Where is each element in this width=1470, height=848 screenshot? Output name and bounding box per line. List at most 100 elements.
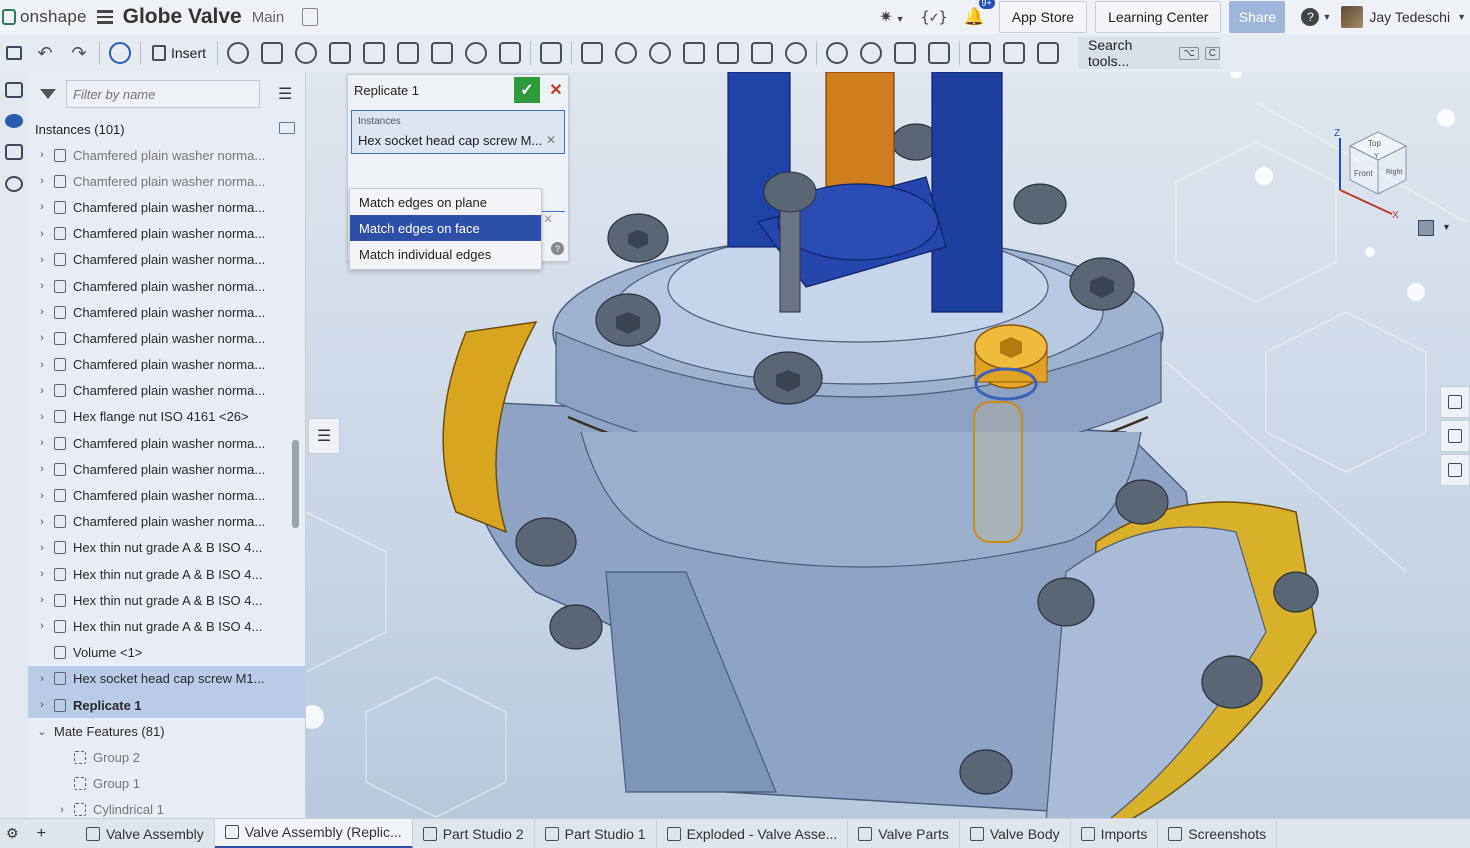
instances-header[interactable]: Instances (101): [28, 116, 305, 142]
tree-row[interactable]: › Chamfered plain washer norma...: [28, 194, 306, 220]
explode-icon[interactable]: [1037, 42, 1060, 64]
help-caret-icon[interactable]: ▼: [1322, 12, 1331, 22]
bug-report-icon[interactable]: ✷ ▼: [879, 7, 904, 27]
tree-row[interactable]: › Chamfered plain washer norma...: [28, 352, 306, 378]
tree-row[interactable]: › Chamfered plain washer norma...: [28, 221, 306, 247]
tree-row[interactable]: › Chamfered plain washer norma...: [28, 325, 306, 351]
mate-feature-row[interactable]: Group 2: [28, 744, 306, 770]
panel-collapse-icon[interactable]: ☰: [308, 418, 340, 454]
clear-instance-icon[interactable]: ✕: [546, 133, 556, 147]
user-name[interactable]: Jay Tedeschi: [1369, 9, 1450, 25]
collapse-chevron-icon[interactable]: ⌄: [36, 725, 48, 738]
add-folder-icon[interactable]: [279, 122, 295, 134]
insert-button[interactable]: Insert: [152, 45, 206, 61]
tree-row[interactable]: › Chamfered plain washer norma...: [28, 273, 306, 299]
tab-screenshots[interactable]: Screenshots: [1158, 818, 1278, 848]
display-mode-icon[interactable]: [1418, 220, 1434, 236]
expand-chevron-icon[interactable]: ›: [36, 201, 48, 213]
expand-chevron-icon[interactable]: ›: [36, 516, 48, 528]
tree-row[interactable]: › Chamfered plain washer norma...: [28, 247, 306, 273]
user-menu-caret-icon[interactable]: ▼: [1457, 12, 1466, 22]
document-title[interactable]: Globe Valve: [123, 5, 242, 29]
expand-chevron-icon[interactable]: ›: [36, 542, 48, 554]
expand-chevron-icon[interactable]: ›: [36, 594, 48, 606]
expand-chevron-icon[interactable]: ›: [36, 437, 48, 449]
tree-row[interactable]: › Hex socket head cap screw M1...: [28, 665, 306, 692]
mate-features-header[interactable]: ⌄ Mate Features (81): [28, 718, 306, 744]
standard-content-icon[interactable]: [261, 42, 284, 64]
panel-scrollbar[interactable]: [292, 440, 299, 528]
branch-name[interactable]: Main: [252, 9, 285, 26]
tab-options-icon[interactable]: ⚙: [6, 825, 19, 842]
expand-chevron-icon[interactable]: ›: [36, 254, 48, 266]
match-type-option[interactable]: Match edges on plane: [350, 189, 541, 215]
tree-row[interactable]: › Chamfered plain washer norma...: [28, 456, 306, 482]
tab-valve-assembly[interactable]: Valve Assembly: [76, 818, 215, 848]
cancel-close-icon[interactable]: ✕: [546, 79, 566, 101]
linear-relation-icon[interactable]: [894, 42, 917, 64]
mate-feature-row[interactable]: Group 1: [28, 771, 306, 797]
match-type-option[interactable]: Match individual edges: [350, 241, 541, 267]
expand-chevron-icon[interactable]: ›: [36, 228, 48, 240]
add-tab-icon[interactable]: +: [37, 825, 46, 843]
tree-row[interactable]: › Chamfered plain washer norma...: [28, 482, 306, 508]
featurescript-icon[interactable]: {✓}: [921, 8, 948, 26]
bom-panel-icon[interactable]: [1440, 454, 1470, 486]
filter-input[interactable]: [66, 80, 260, 108]
tree-row[interactable]: › Hex thin nut grade A & B ISO 4...: [28, 613, 306, 639]
tab-valve-assembly-replic[interactable]: Valve Assembly (Replic...: [214, 818, 413, 848]
expand-chevron-icon[interactable]: ›: [36, 175, 48, 187]
expand-chevron-icon[interactable]: ›: [36, 568, 48, 580]
tree-row[interactable]: › Chamfered plain washer norma...: [28, 299, 306, 325]
pin-slot-mate-icon[interactable]: [751, 42, 774, 64]
tree-row[interactable]: › Chamfered plain washer norma...: [28, 168, 306, 194]
filter-icon[interactable]: [40, 89, 56, 99]
view-cube[interactable]: Top Front Right Y Z X: [1330, 118, 1420, 221]
tab-exploded-valve-asse[interactable]: Exploded - Valve Asse...: [657, 818, 849, 848]
app-store-button[interactable]: App Store: [998, 1, 1088, 33]
expand-chevron-icon[interactable]: ›: [36, 411, 48, 423]
search-tools-input[interactable]: Search tools... ⌥ C: [1078, 37, 1220, 69]
help-icon[interactable]: ?: [1301, 8, 1320, 26]
section-view-icon[interactable]: [1003, 42, 1026, 64]
list-view-icon[interactable]: ☰: [278, 84, 292, 104]
display-mode-caret-icon[interactable]: ▼: [1442, 222, 1451, 232]
expand-chevron-icon[interactable]: ›: [36, 620, 48, 632]
learning-center-button[interactable]: Learning Center: [1095, 1, 1222, 33]
notifications-bell-icon[interactable]: 🔔 9+: [964, 0, 995, 27]
expand-chevron-icon[interactable]: ›: [36, 306, 48, 318]
menu-icon[interactable]: [96, 10, 113, 24]
expand-chevron-icon[interactable]: ›: [36, 280, 48, 292]
version-history-icon[interactable]: [5, 176, 23, 192]
expand-chevron-icon[interactable]: ›: [56, 804, 68, 816]
planar-mate-icon[interactable]: [465, 42, 488, 64]
tree-row[interactable]: › Chamfered plain washer norma...: [28, 142, 306, 168]
expand-chevron-icon[interactable]: ›: [36, 490, 48, 502]
pattern-icon[interactable]: [581, 42, 604, 64]
tab-imports[interactable]: Imports: [1071, 818, 1159, 848]
rack-pinion-icon[interactable]: [826, 42, 849, 64]
fastened-mate-icon[interactable]: [363, 42, 386, 64]
properties-panel-icon[interactable]: [1440, 386, 1470, 418]
tree-row[interactable]: › Replicate 1: [28, 691, 306, 719]
gear-relation-icon[interactable]: [785, 42, 808, 64]
tangent-mate-icon[interactable]: [683, 42, 706, 64]
screw-relation-icon[interactable]: [860, 42, 883, 64]
instances-field[interactable]: Instances Hex socket head cap screw M...…: [351, 110, 565, 154]
parallel-mate-icon[interactable]: [649, 42, 672, 64]
history-icon[interactable]: [227, 42, 250, 64]
tab-valve-body[interactable]: Valve Body: [960, 818, 1071, 848]
tab-part-studio-1[interactable]: Part Studio 1: [535, 818, 657, 848]
measure-icon[interactable]: [969, 42, 992, 64]
tree-row[interactable]: › Hex thin nut grade A & B ISO 4...: [28, 587, 306, 613]
cylindrical-mate-icon[interactable]: [499, 42, 522, 64]
group-icon[interactable]: [329, 42, 352, 64]
tree-row[interactable]: › Hex thin nut grade A & B ISO 4...: [28, 535, 306, 561]
expand-chevron-icon[interactable]: ›: [36, 699, 48, 711]
parts-icon[interactable]: [5, 144, 23, 160]
redo-icon[interactable]: ↷: [68, 42, 90, 64]
comments-icon[interactable]: [5, 114, 23, 128]
expand-chevron-icon[interactable]: ›: [36, 385, 48, 397]
width-mate-icon[interactable]: [717, 42, 740, 64]
onshape-logo[interactable]: onshape: [0, 7, 87, 27]
